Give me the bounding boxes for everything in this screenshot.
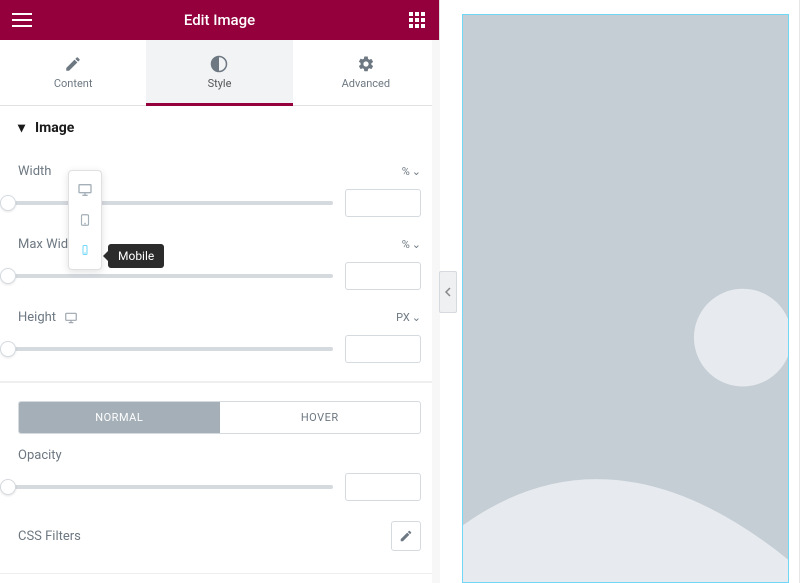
preview-panel — [440, 0, 800, 583]
unit-select-height[interactable]: PX ⌄ — [396, 311, 421, 324]
slider-thumb[interactable] — [0, 268, 16, 284]
device-opt-mobile[interactable] — [69, 235, 101, 265]
state-tabs: NORMAL HOVER — [18, 401, 421, 434]
height-input[interactable] — [345, 335, 421, 363]
image-placeholder — [463, 15, 788, 582]
pencil-icon — [64, 55, 82, 73]
chevron-down-icon: ⌄ — [412, 311, 421, 324]
panel-collapse-handle[interactable] — [439, 271, 457, 313]
slider-track[interactable] — [0, 274, 333, 278]
slider-track[interactable] — [0, 347, 333, 351]
tab-label: Advanced — [342, 77, 390, 90]
unit-select-maxwidth[interactable]: % ⌄ — [402, 238, 421, 251]
tab-advanced[interactable]: Advanced — [293, 40, 439, 105]
device-opt-tablet[interactable] — [69, 205, 101, 235]
section-image: ▾ Image Width % ⌄ — [0, 106, 439, 382]
slider-track[interactable] — [0, 201, 333, 205]
image-preview[interactable] — [462, 14, 789, 583]
chevron-down-icon: ⌄ — [412, 165, 421, 178]
state-tab-hover[interactable]: HOVER — [220, 402, 421, 433]
apps-icon[interactable] — [405, 8, 429, 32]
panel-header: Edit Image — [0, 0, 439, 40]
desktop-icon[interactable] — [64, 311, 78, 325]
slider-thumb[interactable] — [0, 195, 16, 211]
opacity-input[interactable] — [345, 473, 421, 501]
slider-height — [18, 335, 421, 363]
slider-thumb[interactable] — [0, 341, 16, 357]
section-header-image[interactable]: ▾ Image — [0, 106, 439, 150]
control-label-text: Opacity — [18, 448, 62, 463]
css-filters-edit-button[interactable] — [391, 521, 421, 551]
slider-thumb[interactable] — [0, 479, 16, 495]
chevron-down-icon: ⌄ — [412, 238, 421, 251]
device-opt-desktop[interactable] — [69, 175, 101, 205]
maxwidth-input[interactable] — [345, 262, 421, 290]
section-state: NORMAL HOVER Opacity CSS Filters — [0, 382, 439, 574]
tab-label: Content — [54, 77, 93, 90]
state-tab-normal[interactable]: NORMAL — [19, 402, 220, 433]
tab-label: Style — [208, 77, 232, 90]
tab-style[interactable]: Style — [146, 40, 292, 105]
gear-icon — [357, 55, 375, 73]
section-title: Image — [35, 120, 74, 136]
control-opacity: Opacity — [18, 434, 421, 463]
main-tabs: Content Style Advanced — [0, 40, 439, 106]
control-height: Height PX ⌄ — [18, 296, 421, 325]
control-label-text: Width — [18, 164, 51, 179]
slider-opacity — [18, 473, 421, 501]
menu-icon[interactable] — [10, 8, 34, 32]
device-popover — [68, 170, 102, 270]
unit-select-width[interactable]: % ⌄ — [402, 165, 421, 178]
tab-content[interactable]: Content — [0, 40, 146, 105]
control-label-text: CSS Filters — [18, 529, 81, 544]
contrast-icon — [210, 55, 228, 73]
width-input[interactable] — [345, 189, 421, 217]
control-label-text: Height — [18, 310, 56, 325]
tooltip-mobile: Mobile — [108, 244, 164, 268]
slider-track[interactable] — [0, 485, 333, 489]
caret-down-icon: ▾ — [18, 120, 25, 136]
control-css-filters: CSS Filters — [18, 507, 421, 561]
panel-title: Edit Image — [184, 11, 255, 29]
